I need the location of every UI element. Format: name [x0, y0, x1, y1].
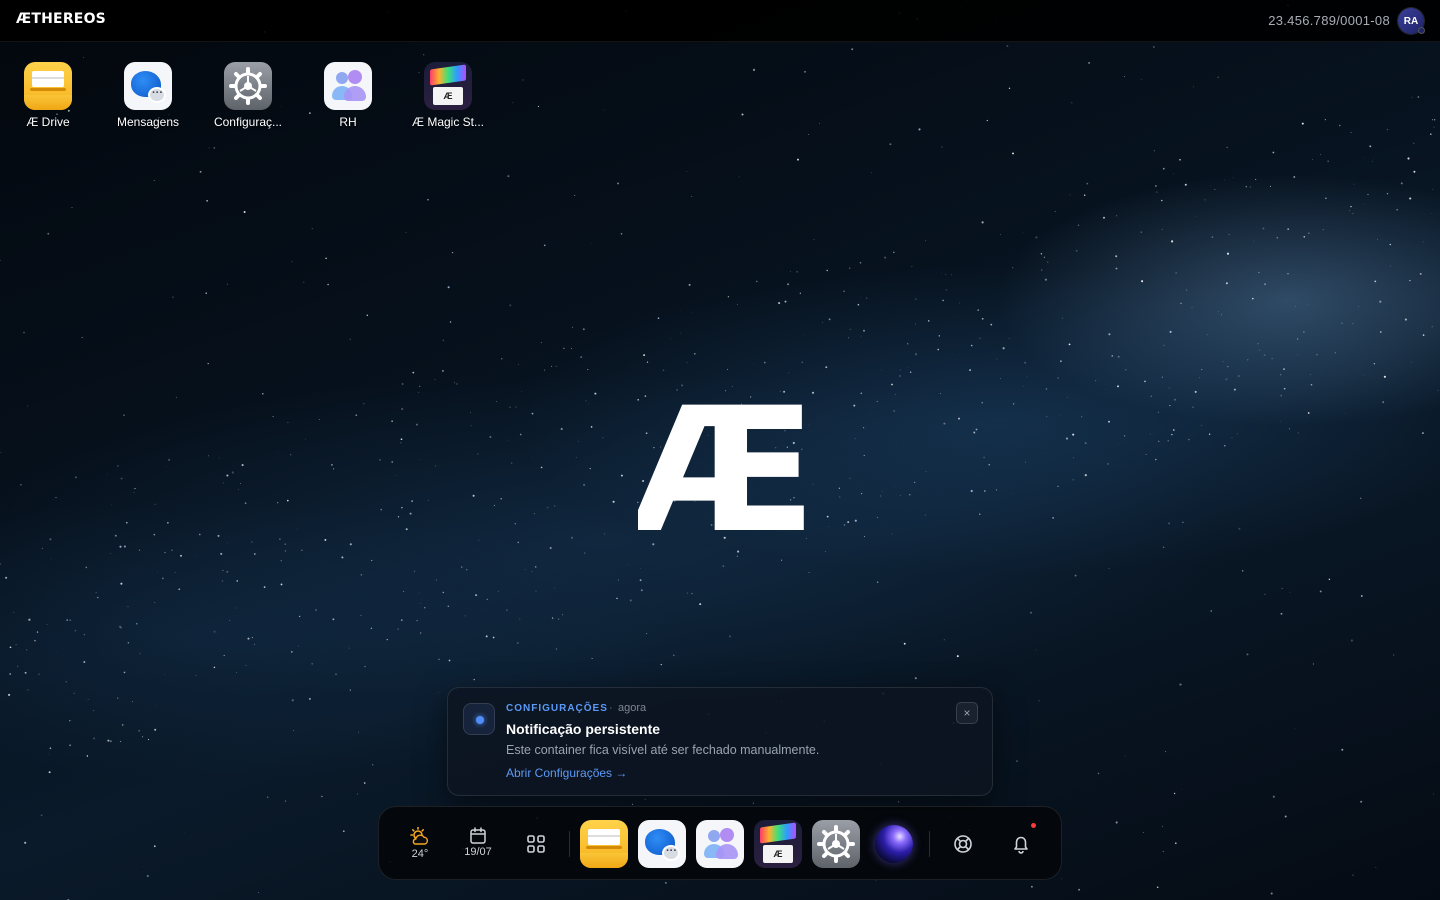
desktop-icon-rh[interactable]: RH — [304, 62, 392, 129]
people-icon — [696, 820, 744, 868]
desktop-icon-label: RH — [339, 115, 357, 129]
calendar-icon — [470, 827, 486, 844]
partly-cloudy-sun-icon — [410, 827, 429, 845]
company-tax-id: 23.456.789/0001-08 — [1268, 13, 1390, 28]
orb-icon — [875, 825, 913, 863]
app-launcher-button[interactable] — [512, 820, 560, 868]
magic-badge: Æ — [433, 87, 463, 105]
desktop-icon-label: Æ Magic St... — [411, 115, 485, 129]
avatar-status-dot — [1418, 27, 1425, 34]
notification-app-icon — [463, 703, 495, 735]
open-settings-link[interactable]: Abrir Configurações → — [506, 766, 627, 780]
desktop-icon-magic-store[interactable]: Æ Æ Magic St... — [404, 62, 492, 129]
desktop-icon-label: Æ Drive — [26, 115, 70, 129]
dock-app-orb[interactable] — [870, 820, 918, 868]
messages-icon — [124, 62, 172, 110]
date-widget[interactable]: 19/07 — [458, 827, 498, 858]
desktop-icon-label: Configuraç... — [213, 115, 283, 129]
desktop-icon-drive[interactable]: Æ Drive — [4, 62, 92, 129]
dock-app-settings[interactable] — [812, 820, 860, 868]
close-notification-button[interactable]: × — [956, 702, 978, 724]
notification-title: Notificação persistente — [506, 721, 661, 737]
notification-body: Este container fica visível até ser fech… — [506, 743, 820, 757]
dock-separator — [569, 831, 570, 857]
drive-icon — [580, 820, 628, 868]
support-button[interactable] — [939, 820, 987, 868]
magic-store-icon: Æ — [754, 820, 802, 868]
weather-widget[interactable]: 24° — [400, 827, 440, 860]
desktop-icon-label: Mensagens — [116, 115, 180, 129]
dock-app-rh[interactable] — [696, 820, 744, 868]
dock-separator — [929, 831, 930, 857]
dock-app-drive[interactable] — [580, 820, 628, 868]
dock-app-magic-store[interactable]: Æ — [754, 820, 802, 868]
notification-time: agora — [618, 702, 647, 714]
brand-logo[interactable]: ÆTHEREOS — [16, 11, 106, 27]
settings-gear-icon — [224, 62, 272, 110]
notifications-button[interactable] — [997, 820, 1045, 868]
notification-app-name: CONFIGURAÇÕES — [506, 703, 608, 714]
center-ae-logo: Æ — [638, 404, 808, 536]
dock-app-messages[interactable] — [638, 820, 686, 868]
settings-gear-icon — [812, 820, 860, 868]
notification-unread-dot — [1031, 823, 1036, 828]
bell-icon — [1014, 836, 1028, 854]
center-logo-glyph: Æ — [638, 404, 808, 536]
people-icon — [324, 62, 372, 110]
drive-icon — [24, 62, 72, 110]
magic-badge: Æ — [763, 845, 793, 863]
lifebuoy-icon — [954, 835, 972, 853]
desktop-icon-messages[interactable]: Mensagens — [104, 62, 192, 129]
magic-store-icon: Æ — [424, 62, 472, 110]
notification-separator: · — [609, 702, 613, 714]
weather-temperature: 24° — [411, 848, 429, 860]
messages-icon — [638, 820, 686, 868]
desktop-icon-settings[interactable]: Configuraç... — [204, 62, 292, 129]
top-bar: ÆTHEREOS 23.456.789/0001-08 RA — [0, 0, 1440, 42]
date-label: 19/07 — [464, 846, 492, 858]
grid-icon — [527, 835, 545, 853]
notification-card[interactable]: CONFIGURAÇÕES · agora Notificação persis… — [447, 687, 993, 796]
dock: 24° 19/07 Æ — [378, 806, 1062, 880]
